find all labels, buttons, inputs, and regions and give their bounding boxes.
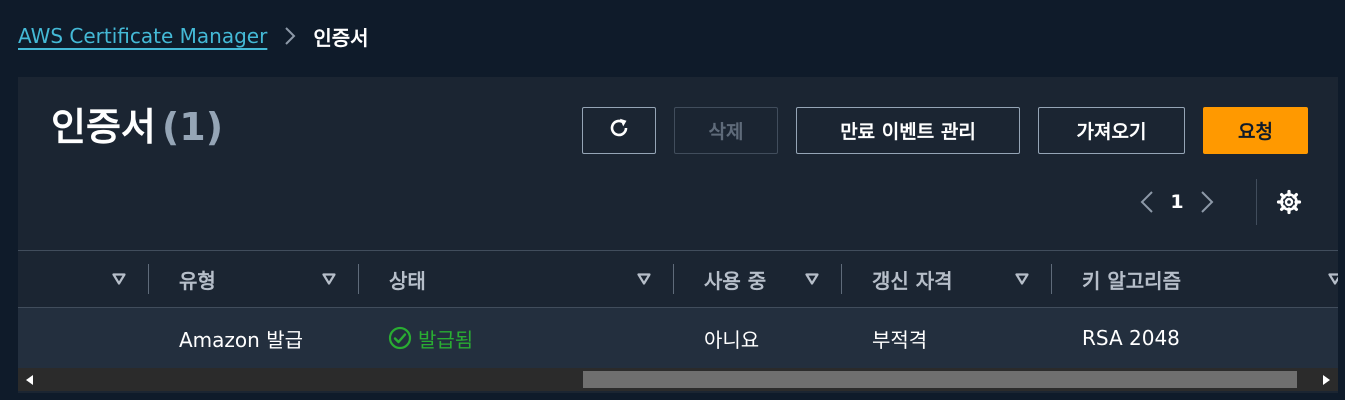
status-text: 발급됨 [418, 327, 474, 352]
manage-expiry-events-button[interactable]: 만료 이벤트 관리 [796, 107, 1020, 154]
table-row[interactable]: Amazon 발급 발급됨 아니요 부적격 RSA 2048 [18, 308, 1338, 368]
sort-down-icon[interactable] [1326, 269, 1338, 289]
refresh-icon [607, 116, 631, 145]
column-divider [358, 264, 359, 294]
certificate-count: (1) [161, 105, 224, 149]
divider [1256, 179, 1257, 225]
horizontal-scrollbar[interactable] [18, 368, 1338, 391]
breadcrumb-link-acm[interactable]: AWS Certificate Manager [18, 24, 267, 48]
certificates-panel: 인증서 (1) 삭제 만료 이벤트 관리 가져오기 요청 1 유형 상태 사용 … [18, 77, 1338, 393]
column-header-key-algorithm[interactable]: 키 알고리즘 [1082, 251, 1181, 307]
column-divider [148, 264, 149, 294]
page-title: 인증서 (1) [51, 103, 223, 151]
sort-down-icon[interactable] [1013, 269, 1031, 289]
cell-renewal-eligibility: 부적격 [872, 327, 928, 352]
column-header-status[interactable]: 상태 [389, 251, 426, 307]
breadcrumb: AWS Certificate Manager 인증서 [18, 22, 369, 50]
cell-key-algorithm: RSA 2048 [1082, 326, 1180, 350]
import-button[interactable]: 가져오기 [1038, 107, 1185, 154]
column-header-in-use[interactable]: 사용 중 [704, 251, 766, 307]
cell-in-use: 아니요 [704, 327, 760, 352]
chevron-right-icon [267, 26, 313, 46]
check-circle-icon [388, 326, 412, 350]
sort-down-icon[interactable] [320, 269, 338, 289]
delete-button[interactable]: 삭제 [674, 107, 778, 154]
chevron-left-icon[interactable] [1136, 190, 1158, 214]
breadcrumb-current: 인증서 [313, 25, 369, 50]
scroll-right-arrow-icon[interactable] [1318, 368, 1334, 391]
chevron-right-icon[interactable] [1196, 190, 1218, 214]
cell-type: Amazon 발급 [179, 327, 303, 352]
page-title-text: 인증서 [51, 105, 156, 149]
column-divider [673, 264, 674, 294]
column-header-type[interactable]: 유형 [179, 251, 216, 307]
scroll-left-arrow-icon[interactable] [22, 368, 38, 391]
column-divider [841, 264, 842, 294]
gear-icon[interactable] [1274, 187, 1304, 217]
sort-down-icon[interactable] [635, 269, 653, 289]
table-header: 유형 상태 사용 중 갱신 자격 키 알고리즘 [18, 250, 1338, 308]
column-header-renewal-eligibility[interactable]: 갱신 자격 [872, 251, 953, 307]
cell-status: 발급됨 [388, 308, 473, 368]
sort-down-icon[interactable] [110, 269, 128, 289]
sort-down-icon[interactable] [803, 269, 821, 289]
column-divider [1051, 264, 1052, 294]
page-number[interactable]: 1 [1158, 191, 1196, 213]
refresh-button[interactable] [582, 107, 656, 154]
scrollbar-thumb[interactable] [583, 371, 1297, 388]
request-button[interactable]: 요청 [1203, 107, 1308, 154]
pagination: 1 [1136, 179, 1218, 225]
